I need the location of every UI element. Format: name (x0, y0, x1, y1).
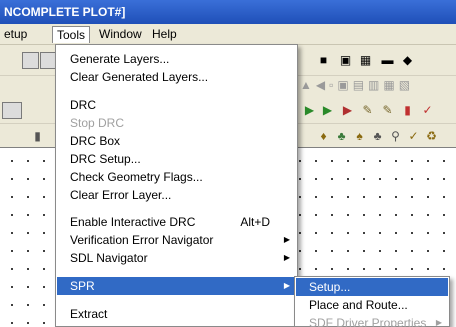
toolbar-button[interactable] (22, 52, 39, 69)
menu-window[interactable]: Window (95, 26, 146, 43)
menu-item-drc[interactable]: DRC (57, 96, 296, 114)
menu-separator (58, 207, 295, 208)
menu-item-label: SPR (70, 279, 95, 293)
menu-item-generate-layers[interactable]: Generate Layers... (57, 50, 296, 68)
menu-item-label: SDL Navigator (70, 251, 148, 265)
copy-icon[interactable]: ▣ (338, 53, 353, 68)
menu-item-check-geometry-flags[interactable]: Check Geometry Flags... (57, 168, 296, 186)
wrench-alt-icon[interactable]: ✎ (380, 103, 395, 118)
disabled-toolbar-icons: ▲◀▫▣▤▥▦▧ (300, 78, 415, 92)
menu-separator (58, 90, 295, 91)
spr-submenu: Setup... Place and Route... SDF Driver P… (294, 276, 450, 327)
menu-item-label: SDF Driver Properties (309, 316, 427, 327)
menu-item-label: Verification Error Navigator (70, 233, 214, 247)
tool-icon-4[interactable]: ♣ (370, 129, 385, 144)
menu-setup[interactable]: etup (0, 26, 31, 43)
submenu-item-place-and-route[interactable]: Place and Route... (296, 296, 448, 314)
save-icon[interactable]: ▦ (358, 53, 373, 68)
submenu-arrow-icon: ▶ (283, 235, 290, 244)
menu-item-enable-interactive-drc[interactable]: Enable Interactive DRC Alt+D (57, 213, 296, 231)
pin-icon[interactable]: ⚲ (388, 129, 403, 144)
menu-tools[interactable]: Tools (52, 26, 91, 43)
menu-separator (58, 299, 295, 300)
check-icon[interactable]: ✓ (420, 103, 435, 118)
open-folder-icon[interactable]: ■ (316, 53, 331, 68)
eraser-icon[interactable]: ◆ (400, 53, 415, 68)
tools-menu: Generate Layers... Clear Generated Layer… (55, 44, 298, 327)
submenu-arrow-icon: ▶ (283, 253, 290, 262)
menu-item-shortcut: Alt+D (240, 215, 270, 229)
submenu-item-setup[interactable]: Setup... (296, 278, 448, 296)
menu-item-drc-box[interactable]: DRC Box (57, 132, 296, 150)
menu-item-stop-drc: Stop DRC (70, 116, 125, 130)
tool-icon-2[interactable]: ♣ (334, 129, 349, 144)
submenu-arrow-icon: ▶ (283, 281, 290, 290)
tool-icon-1[interactable]: ♦ (316, 129, 331, 144)
book-icon[interactable]: ▮ (30, 129, 45, 144)
submenu-arrow-icon: ▶ (435, 318, 442, 327)
menu-item-label: Enable Interactive DRC (70, 215, 196, 229)
menu-help[interactable]: Help (148, 26, 181, 43)
tool-icon-3[interactable]: ♠ (352, 129, 367, 144)
wrench-icon[interactable]: ✎ (360, 103, 375, 118)
printer-icon[interactable]: ▬ (380, 53, 395, 68)
menu-item-verification-error-navigator[interactable]: Verification Error Navigator ▶ (57, 231, 296, 249)
drc-stop-icon[interactable]: ▶ (340, 103, 355, 118)
checkmark-icon[interactable]: ✓ (406, 129, 421, 144)
menu-item-drc-setup[interactable]: DRC Setup... (57, 150, 296, 168)
menu-item-clear-error-layer[interactable]: Clear Error Layer... (57, 186, 296, 204)
menu-item-clear-generated-layers[interactable]: Clear Generated Layers... (57, 68, 296, 86)
drc-ext-icon[interactable]: ▶ (320, 103, 335, 118)
submenu-item-sdf-driver-properties: SDF Driver Properties ▶ (296, 314, 448, 327)
menu-item-spr[interactable]: SPR ▶ (57, 277, 296, 295)
menu-separator (58, 271, 295, 272)
toolbar-button[interactable] (2, 102, 22, 119)
window-title: NCOMPLETE PLOT#] (0, 0, 456, 24)
menu-item-sdl-navigator[interactable]: SDL Navigator ▶ (57, 249, 296, 267)
drc-run-icon[interactable]: ▶ (302, 103, 317, 118)
menu-bar: etup Tools Window Help (0, 24, 456, 45)
split-icon[interactable]: ▮ (400, 103, 415, 118)
menu-item-extract[interactable]: Extract (57, 305, 296, 323)
tool-icon-5[interactable]: ♻ (424, 129, 439, 144)
